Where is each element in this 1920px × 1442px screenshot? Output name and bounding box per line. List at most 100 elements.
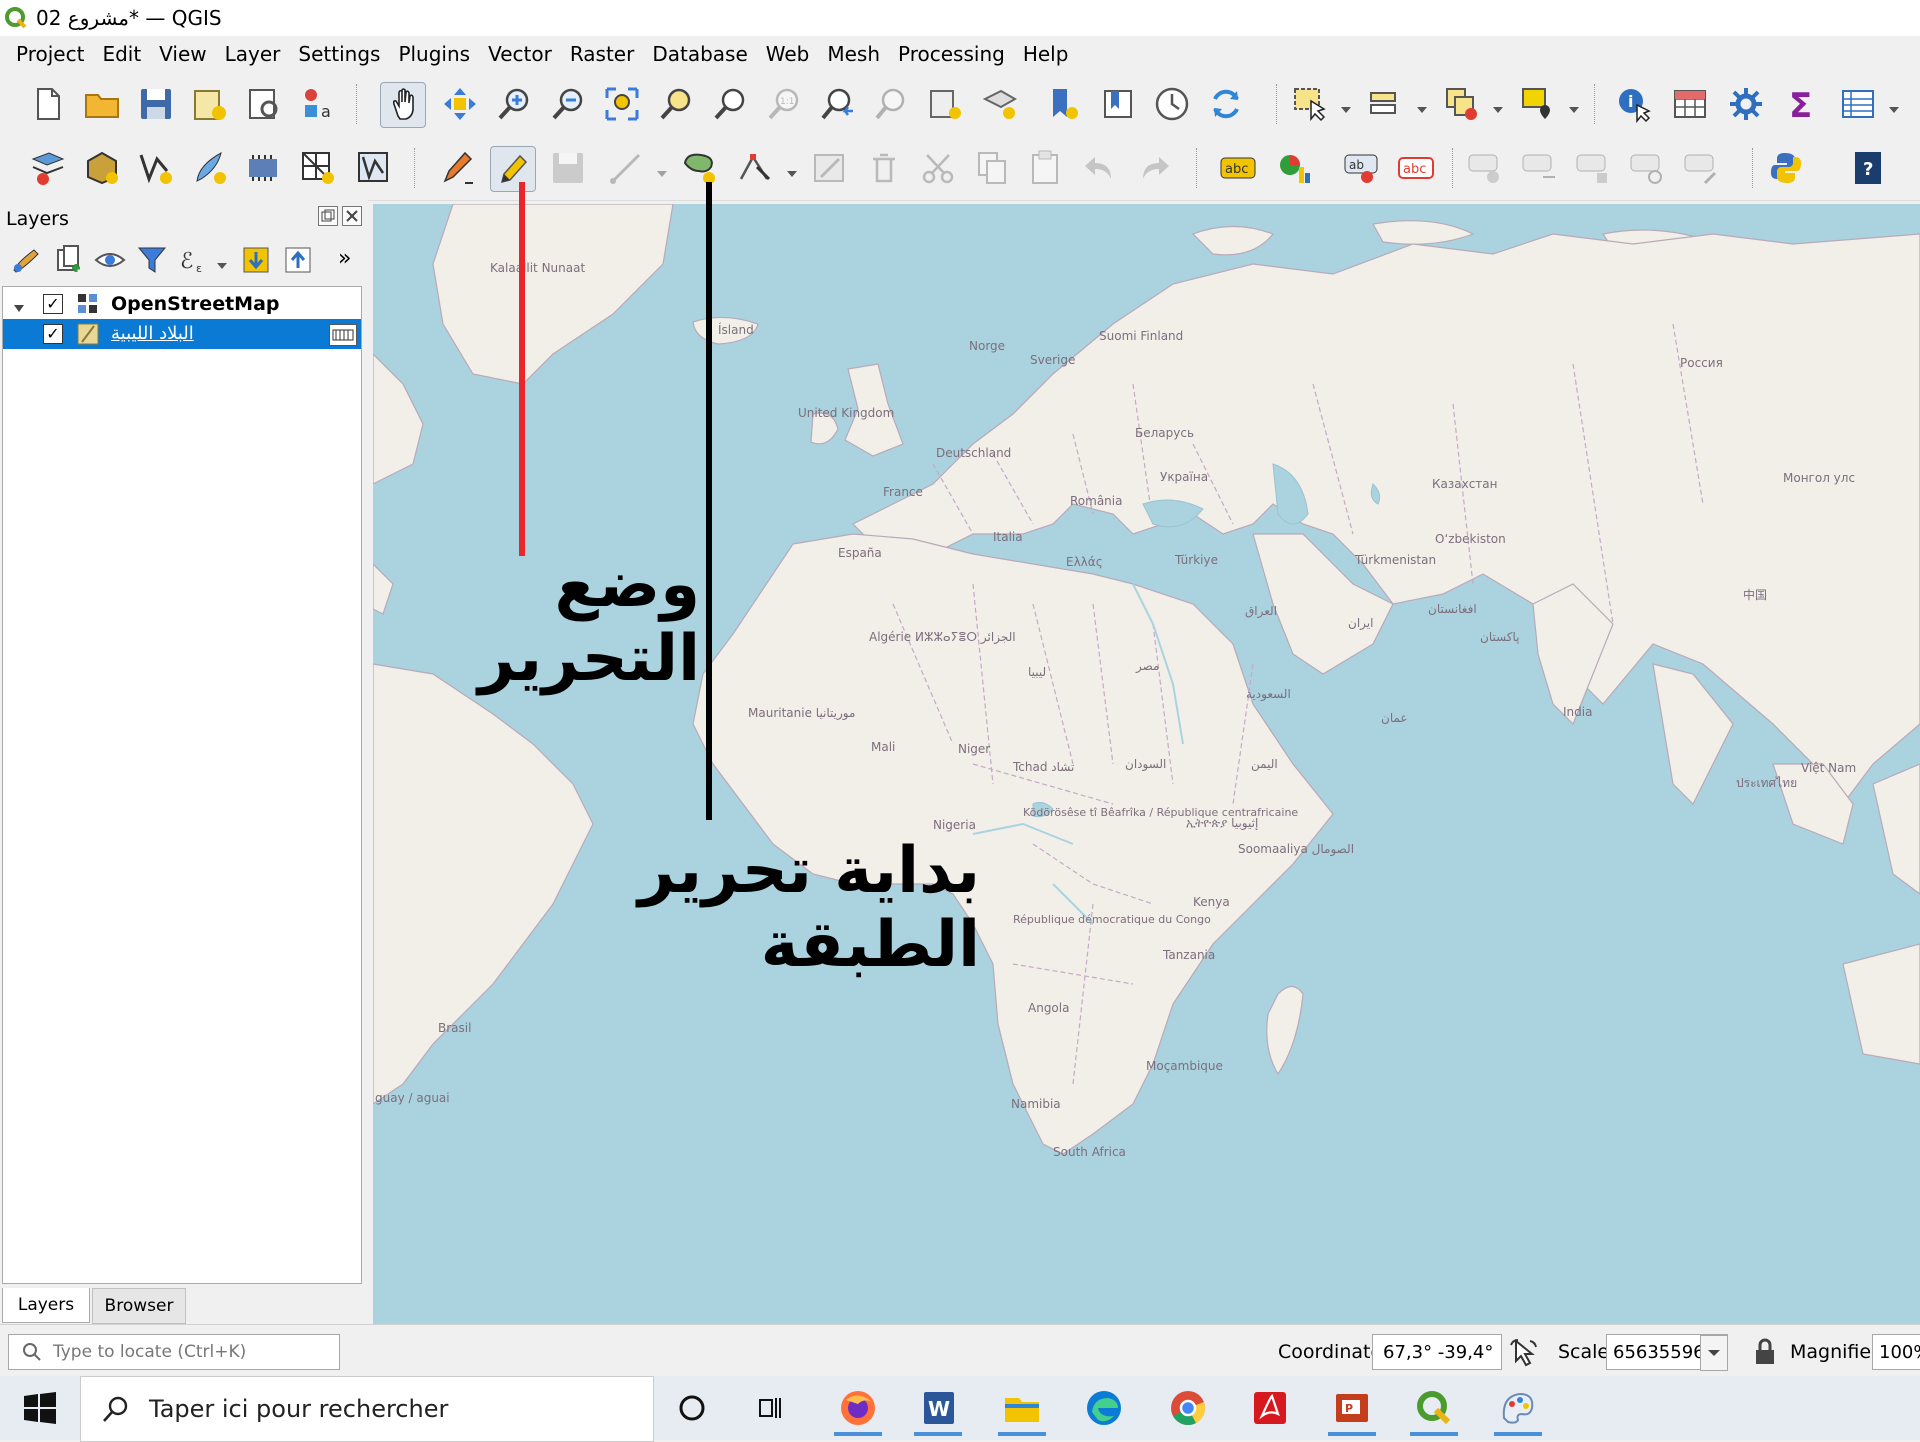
menu-raster[interactable]: Raster bbox=[562, 42, 643, 66]
zoom-out-icon[interactable] bbox=[548, 84, 588, 124]
chrome-icon[interactable] bbox=[1160, 1382, 1216, 1434]
powerpoint-icon[interactable]: P bbox=[1324, 1382, 1380, 1436]
vertex-tool-dropdown-icon[interactable] bbox=[786, 164, 798, 177]
toggle-extent-mouse-icon[interactable] bbox=[1508, 1337, 1538, 1367]
menu-vector[interactable]: Vector bbox=[480, 42, 560, 66]
layer-labeling-options-icon[interactable]: abc bbox=[1218, 148, 1258, 188]
layer-diagram-options-icon[interactable] bbox=[1276, 148, 1316, 188]
menu-project[interactable]: Project bbox=[8, 42, 92, 66]
select-by-value-icon[interactable] bbox=[1366, 84, 1406, 124]
edge-icon[interactable] bbox=[1076, 1382, 1132, 1434]
zoom-in-icon[interactable] bbox=[494, 84, 534, 124]
save-project-icon[interactable] bbox=[136, 84, 176, 124]
taskbar-search-box[interactable]: Taper ici pour rechercher bbox=[80, 1376, 654, 1442]
qgis-taskbar-icon[interactable] bbox=[1406, 1382, 1462, 1436]
windows-start-icon[interactable] bbox=[22, 1390, 58, 1426]
new-print-layout-icon[interactable] bbox=[190, 84, 230, 124]
toggle-editing-icon[interactable] bbox=[490, 146, 536, 192]
cut-features-icon[interactable] bbox=[918, 148, 958, 188]
file-explorer-icon[interactable] bbox=[994, 1382, 1050, 1436]
menu-edit[interactable]: Edit bbox=[94, 42, 149, 66]
undo-icon[interactable] bbox=[1080, 148, 1120, 188]
copy-features-icon[interactable] bbox=[972, 148, 1012, 188]
filter-legend-icon[interactable] bbox=[136, 244, 168, 276]
task-view-icon[interactable] bbox=[744, 1382, 800, 1434]
show-bookmarks-icon[interactable] bbox=[1098, 84, 1138, 124]
new-virtual-layer-icon[interactable] bbox=[244, 148, 284, 188]
filter-expression-dropdown-icon[interactable] bbox=[216, 256, 228, 269]
move-label-icon[interactable] bbox=[1520, 148, 1560, 188]
cortana-icon[interactable] bbox=[664, 1382, 720, 1434]
new-vector-tile-layer-icon[interactable] bbox=[354, 148, 394, 188]
data-source-manager-icon[interactable] bbox=[28, 148, 68, 188]
filter-by-expression-icon[interactable]: ℰε bbox=[178, 244, 210, 276]
add-polygon-feature-icon[interactable] bbox=[680, 148, 720, 188]
layer-row-openstreetmap[interactable]: ✓ OpenStreetMap bbox=[3, 289, 361, 319]
digitize-line-icon[interactable] bbox=[606, 148, 646, 188]
rotate-label-icon[interactable] bbox=[1574, 148, 1614, 188]
zoom-next-icon[interactable] bbox=[872, 84, 912, 124]
identify-features-icon[interactable]: i bbox=[1614, 84, 1654, 124]
new-scratch-layer-icon[interactable] bbox=[190, 148, 230, 188]
zoom-native-icon[interactable]: 1:1 bbox=[764, 84, 804, 124]
pan-map-icon[interactable] bbox=[380, 82, 426, 128]
zoom-to-layer-icon[interactable] bbox=[710, 84, 750, 124]
temporal-controller-icon[interactable] bbox=[1152, 84, 1192, 124]
manage-map-themes-icon[interactable] bbox=[94, 244, 126, 276]
open-table-dropdown-icon[interactable] bbox=[1888, 100, 1900, 113]
new-geopackage-layer-icon[interactable] bbox=[82, 148, 122, 188]
select-location-icon[interactable] bbox=[1518, 84, 1558, 124]
editing-indicator-icon[interactable] bbox=[329, 324, 357, 346]
select-location-dropdown-icon[interactable] bbox=[1568, 100, 1580, 113]
word-icon[interactable]: W bbox=[910, 1382, 966, 1436]
modify-attributes-icon[interactable] bbox=[810, 148, 850, 188]
lock-scale-icon[interactable] bbox=[1752, 1337, 1778, 1367]
firefox-icon[interactable] bbox=[830, 1382, 886, 1436]
deselect-features-icon[interactable] bbox=[1442, 84, 1482, 124]
vertex-tool-icon[interactable] bbox=[736, 148, 776, 188]
save-layer-edits-icon[interactable] bbox=[548, 148, 588, 188]
collapse-all-icon[interactable] bbox=[282, 244, 314, 276]
collapse-arrow-icon[interactable] bbox=[13, 299, 25, 312]
menu-plugins[interactable]: Plugins bbox=[390, 42, 478, 66]
zoom-full-icon[interactable] bbox=[602, 84, 642, 124]
menu-processing[interactable]: Processing bbox=[890, 42, 1013, 66]
statistics-sigma-icon[interactable]: Σ bbox=[1782, 84, 1822, 124]
deselect-dropdown-icon[interactable] bbox=[1492, 100, 1504, 113]
float-panel-icon[interactable] bbox=[318, 206, 338, 226]
open-project-icon[interactable] bbox=[82, 84, 122, 124]
attribute-table-icon[interactable] bbox=[1670, 84, 1710, 124]
close-panel-icon[interactable] bbox=[342, 206, 362, 226]
more-tools-chevron-icon[interactable]: » bbox=[338, 246, 351, 271]
coordinate-field[interactable]: 67,3° -39,4° bbox=[1372, 1334, 1502, 1370]
delete-selected-icon[interactable] bbox=[864, 148, 904, 188]
redo-icon[interactable] bbox=[1134, 148, 1174, 188]
menu-web[interactable]: Web bbox=[758, 42, 818, 66]
select-features-icon[interactable] bbox=[1290, 84, 1330, 124]
new-bookmark-icon[interactable] bbox=[1044, 84, 1084, 124]
select-by-value-dropdown-icon[interactable] bbox=[1416, 100, 1428, 113]
zoom-last-icon[interactable] bbox=[818, 84, 858, 124]
new-project-icon[interactable] bbox=[28, 84, 68, 124]
change-label-properties-icon[interactable] bbox=[1628, 148, 1668, 188]
refresh-icon[interactable] bbox=[1206, 84, 1246, 124]
layer-row-selected[interactable]: ✓ البلاد الليبية bbox=[3, 319, 361, 349]
new-map-view-icon[interactable] bbox=[926, 84, 966, 124]
tab-layers[interactable]: Layers bbox=[2, 1288, 90, 1323]
map-canvas[interactable]: Kalaallit Nunaat Ísland United Kingdom D… bbox=[373, 204, 1920, 1324]
menu-database[interactable]: Database bbox=[644, 42, 755, 66]
acrobat-icon[interactable] bbox=[1242, 1382, 1298, 1434]
layer-visibility-checkbox[interactable]: ✓ bbox=[43, 324, 63, 344]
show-hide-labels-icon[interactable] bbox=[1466, 148, 1506, 188]
style-manager-icon[interactable]: a bbox=[298, 84, 338, 124]
expand-all-icon[interactable] bbox=[240, 244, 272, 276]
locator-input[interactable]: Type to locate (Ctrl+K) bbox=[8, 1334, 340, 1370]
tab-browser[interactable]: Browser bbox=[92, 1288, 186, 1324]
add-group-icon[interactable] bbox=[52, 244, 84, 276]
pan-to-selection-icon[interactable] bbox=[440, 84, 480, 124]
menu-layer[interactable]: Layer bbox=[217, 42, 289, 66]
layer-visibility-checkbox[interactable]: ✓ bbox=[43, 294, 63, 314]
layout-manager-icon[interactable] bbox=[244, 84, 284, 124]
new-shapefile-layer-icon[interactable] bbox=[136, 148, 176, 188]
paste-features-icon[interactable] bbox=[1026, 148, 1066, 188]
